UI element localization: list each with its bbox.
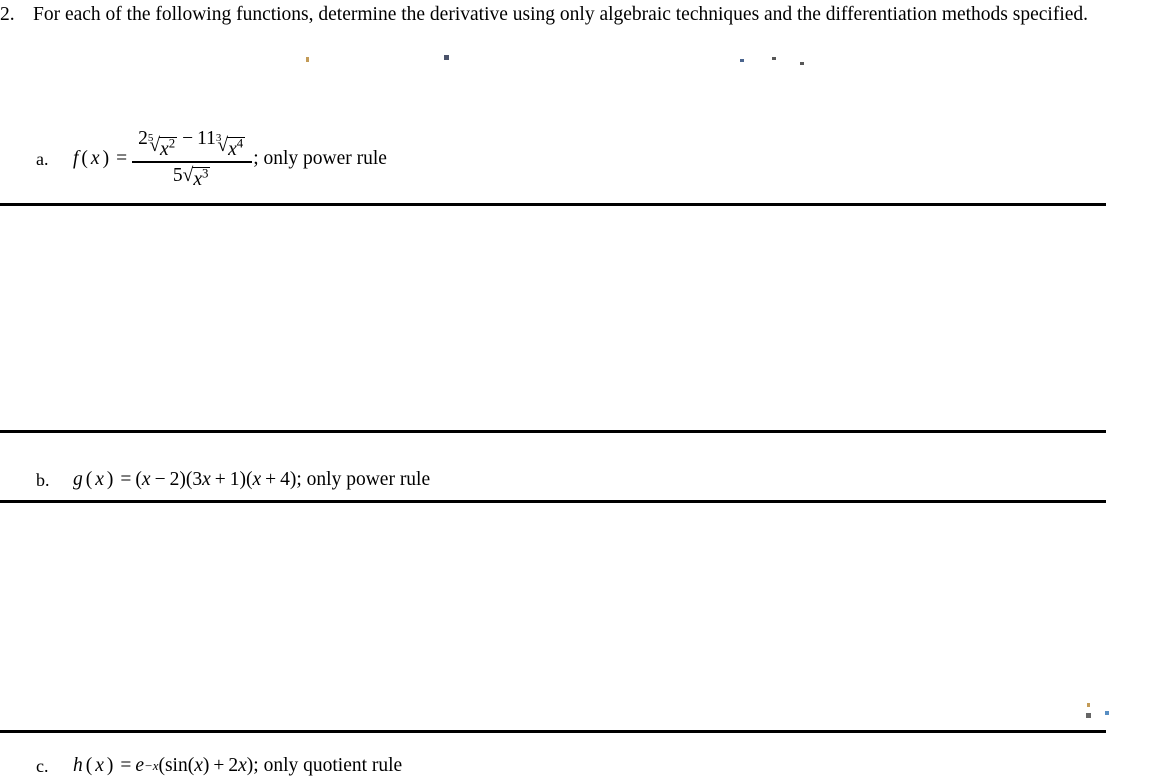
- factor-1-operator: −: [154, 469, 166, 490]
- fifth-root-radical: 5 √ x2: [147, 132, 178, 161]
- sine-function: sin: [164, 755, 188, 776]
- fraction-denominator-a: 5 √ x3: [167, 163, 218, 190]
- scan-speck: [1087, 703, 1090, 707]
- radicand-1-exponent: 2: [168, 136, 176, 151]
- part-c-row: c. h(x) = e −x(sin(x) +2 x); only quotient …: [0, 755, 402, 777]
- scan-speck: [1105, 711, 1109, 715]
- part-c-label: c.: [36, 755, 49, 776]
- radical-index-5: 5: [147, 132, 154, 144]
- group-operator: +: [213, 755, 225, 776]
- factor-3-term: x: [252, 469, 262, 490]
- factor-3-constant: 4: [280, 469, 290, 490]
- scan-speck: [772, 57, 776, 60]
- variable-x-a: x: [90, 148, 100, 170]
- paren-close-b: ): [106, 469, 114, 490]
- part-a-instruction: ; only power rule: [253, 148, 387, 170]
- function-name-g: g: [73, 469, 83, 490]
- variable-x-c: x: [95, 755, 104, 776]
- sine-argument: x: [194, 755, 203, 776]
- radicand-2-base: x: [228, 139, 237, 160]
- equals-sign-b: =: [120, 469, 132, 490]
- part-b-instruction: ; only power rule: [296, 469, 431, 490]
- part-b-expression: g(x) = (x −2) (3x +1) (x +4); only power rule: [73, 469, 430, 491]
- linear-term: x: [238, 755, 247, 776]
- square-root-radical: √ x3: [183, 166, 211, 190]
- problem-instructions: For each of the following functions, det…: [33, 4, 1089, 25]
- part-a-row: a. f(x) = 2 5 √ x2−11 3 √ x4 5 √ x3 ; only power…: [0, 128, 387, 190]
- fraction-numerator-a: 2 5 √ x2−11 3 √ x4: [132, 128, 252, 161]
- part-b-label: b.: [36, 469, 50, 490]
- numerator-operator: −: [182, 128, 194, 149]
- radicand-denominator: x3: [192, 166, 211, 191]
- exponential-base-e: e: [135, 755, 145, 776]
- denominator-coefficient: 5: [172, 165, 183, 187]
- answer-rule: [0, 730, 1106, 733]
- part-a-expression: f(x) = 2 5 √ x2−11 3 √ x4 5 √ x3 ; only power ru…: [73, 128, 387, 190]
- factor-2-coefficient: 3: [192, 469, 203, 490]
- factor-1: (x −2): [135, 469, 185, 491]
- paren-close-c: ): [106, 755, 114, 776]
- numerator-coefficient-2: 11: [197, 128, 216, 149]
- cube-root-radical: 3 √ x4: [215, 132, 246, 161]
- numerator-coefficient-1: 2: [138, 128, 148, 149]
- scan-speck: [444, 55, 449, 60]
- variable-x-b: x: [95, 469, 104, 490]
- scan-speck: [800, 62, 804, 65]
- factor-1-constant: 2: [169, 469, 180, 490]
- radicand-1: x2: [159, 136, 178, 161]
- part-b-row: b. g(x) = (x −2) (3x +1) (x +4); only power r…: [0, 469, 430, 491]
- part-c-expression: h(x) = e −x(sin(x) +2 x); only quotient rul…: [73, 755, 403, 776]
- answer-rule: [0, 500, 1106, 503]
- function-name-h: h: [73, 755, 83, 776]
- factor-2-constant: 1: [229, 469, 240, 490]
- radical-index-3: 3: [215, 132, 222, 144]
- equals-sign-c: =: [120, 755, 132, 776]
- radicand-2-exponent: 4: [236, 136, 244, 151]
- fraction-a: 2 5 √ x2−11 3 √ x4 5 √ x3: [132, 128, 253, 190]
- scan-speck: [1086, 713, 1091, 718]
- factor-2-term: x: [202, 469, 211, 490]
- radicand-denominator-exponent: 3: [201, 166, 209, 181]
- answer-rule: [0, 203, 1106, 206]
- problem-heading: 2. For each of the following functions, …: [0, 2, 1110, 28]
- part-c-instruction: ; only quotient rule: [253, 755, 403, 776]
- part-a-label: a.: [36, 148, 49, 169]
- paren-open-b: (: [85, 469, 93, 490]
- paren-open-a: (: [81, 148, 88, 170]
- equals-sign-a: =: [116, 148, 128, 170]
- scan-speck: [740, 59, 744, 62]
- paren-open-c: (: [85, 755, 93, 776]
- worksheet-page: 2. For each of the following functions, …: [0, 0, 1152, 782]
- factor-3-operator: +: [265, 469, 277, 490]
- scan-speck: [306, 57, 309, 62]
- paren-close-a: ): [102, 148, 110, 170]
- radicand-2: x4: [227, 136, 246, 161]
- factor-2: (3x +1): [186, 469, 246, 491]
- radicand-1-base: x: [160, 139, 169, 160]
- factor-1-term: x: [141, 469, 151, 490]
- factor-2-operator: +: [214, 469, 226, 490]
- answer-rule: [0, 430, 1106, 433]
- factor-3: (x +4): [246, 469, 296, 491]
- radicand-denominator-base: x: [193, 169, 202, 191]
- linear-coefficient: 2: [228, 755, 239, 776]
- problem-number: 2.: [0, 4, 15, 25]
